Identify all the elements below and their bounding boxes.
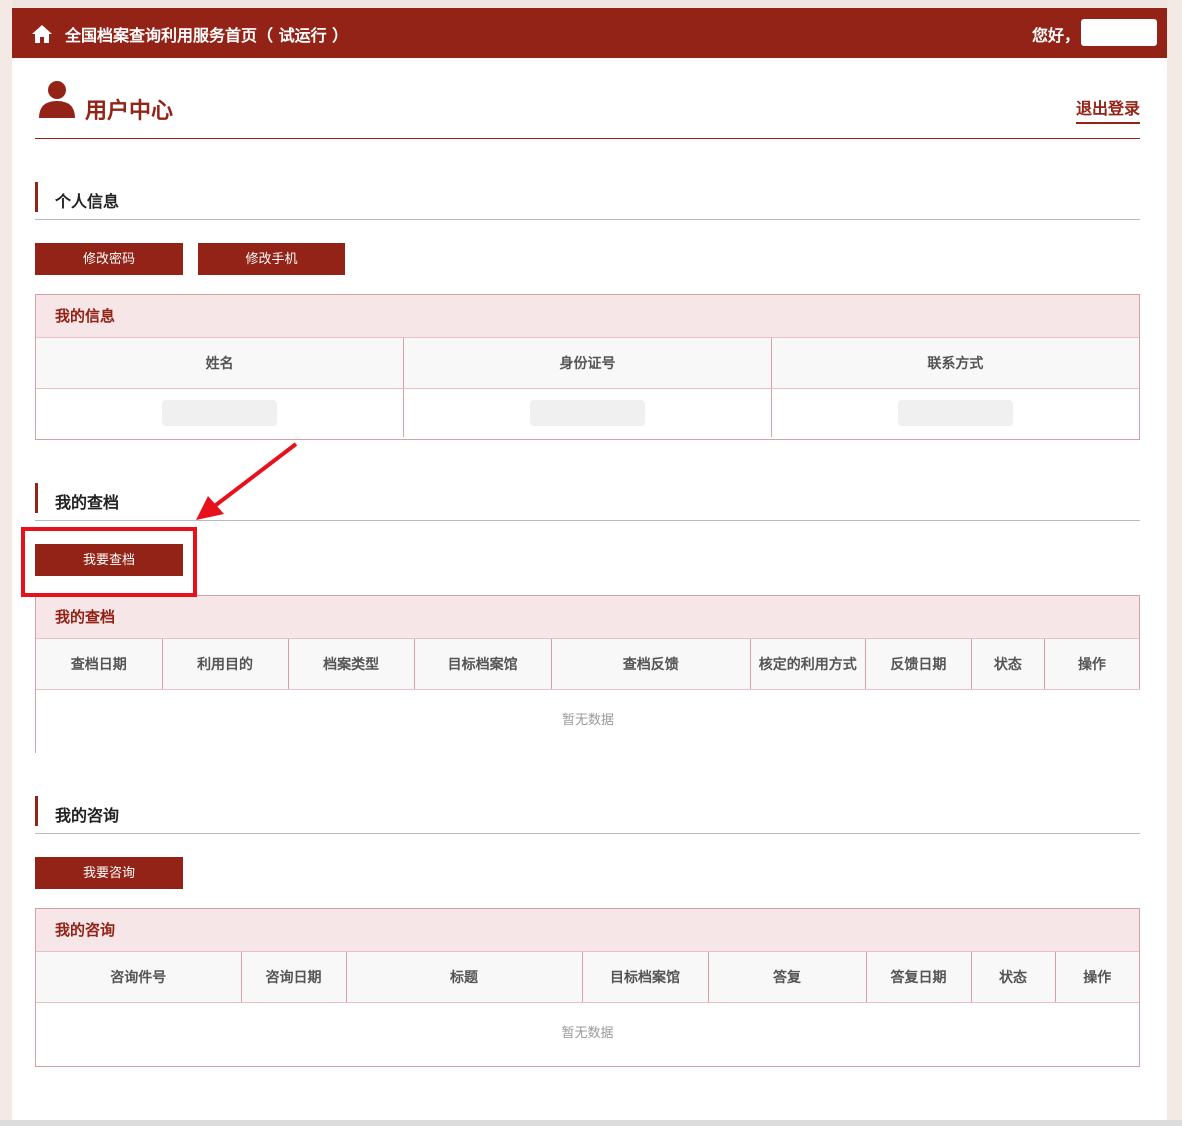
- column-header: 状态: [971, 639, 1045, 690]
- column-header: 目标档案馆: [582, 952, 709, 1003]
- section-personal-info: 个人信息: [35, 180, 1140, 220]
- user-icon: [39, 81, 75, 118]
- section-accent-bar: [35, 182, 38, 212]
- column-header: 状态: [971, 952, 1056, 1003]
- column-header: 核定的利用方式: [750, 639, 866, 690]
- column-header: 答复: [708, 952, 867, 1003]
- column-header: 答复日期: [866, 952, 972, 1003]
- main-panel: 全国档案查询利用服务首页（ 试运行 ） 您好， 用户中心 退出登录 个人信息 修…: [12, 8, 1167, 1120]
- request-consult-button[interactable]: 我要咨询: [35, 857, 183, 889]
- column-header: 姓名: [36, 338, 405, 389]
- greeting-text: 您好，: [1032, 26, 1081, 45]
- change-phone-button[interactable]: 修改手机: [198, 243, 345, 275]
- column-header: 利用目的: [162, 639, 289, 690]
- card-title: 我的查档: [36, 596, 1140, 639]
- my-consult-table: 咨询件号 咨询日期 标题 目标档案馆 答复 答复日期 状态 操作: [36, 952, 1139, 1003]
- id-number-value: [403, 388, 772, 437]
- my-consult-card: 我的咨询 咨询件号 咨询日期 标题 目标档案馆 答复 答复日期 状态 操作 暂无…: [35, 908, 1140, 1067]
- column-header: 查档反馈: [551, 639, 751, 690]
- redacted-value: [529, 399, 645, 426]
- section-title-label: 我的查档: [55, 493, 120, 512]
- card-title: 我的信息: [36, 295, 1139, 338]
- name-value: [36, 388, 405, 437]
- column-header: 标题: [346, 952, 583, 1003]
- column-header: 反馈日期: [865, 639, 972, 690]
- section-title-label: 个人信息: [55, 192, 120, 211]
- column-header: 操作: [1055, 952, 1139, 1003]
- background-right: [1167, 0, 1182, 1126]
- column-header: 操作: [1044, 639, 1140, 690]
- column-header: 查档日期: [36, 639, 163, 690]
- column-header: 档案类型: [288, 639, 415, 690]
- column-header: 咨询件号: [36, 952, 242, 1003]
- column-header: 咨询日期: [241, 952, 347, 1003]
- column-header: 身份证号: [403, 338, 772, 389]
- section-my-archive: 我的查档: [35, 481, 1140, 521]
- contact-value: [771, 388, 1139, 437]
- column-header: 联系方式: [771, 338, 1139, 389]
- change-password-button[interactable]: 修改密码: [35, 243, 183, 275]
- empty-data-message: 暂无数据: [561, 712, 614, 728]
- logout-link[interactable]: 退出登录: [1075, 95, 1140, 124]
- empty-data-message: 暂无数据: [561, 1025, 614, 1041]
- section-accent-bar: [35, 796, 38, 826]
- card-title: 我的咨询: [36, 909, 1139, 952]
- home-icon[interactable]: [31, 24, 53, 44]
- background-bottom: [0, 1120, 1182, 1126]
- site-home-link[interactable]: 全国档案查询利用服务首页（ 试运行 ）: [65, 22, 348, 46]
- my-info-table: 姓名 身份证号 联系方式: [36, 338, 1139, 437]
- username-redacted: [1081, 19, 1157, 46]
- table-row: [36, 388, 1139, 437]
- my-archive-card: 我的查档 查档日期 利用目的 档案类型 目标档案馆 查档反馈 核定的利用方式 反…: [35, 595, 1140, 753]
- column-header: 目标档案馆: [414, 639, 552, 690]
- user-center-header: 用户中心 退出登录: [35, 73, 1140, 139]
- my-archive-table: 查档日期 利用目的 档案类型 目标档案馆 查档反馈 核定的利用方式 反馈日期 状…: [36, 639, 1140, 690]
- background-left: [0, 0, 12, 1126]
- section-accent-bar: [35, 483, 38, 513]
- section-title-label: 我的咨询: [55, 806, 120, 825]
- redacted-value: [162, 399, 278, 426]
- request-archive-button[interactable]: 我要查档: [35, 544, 183, 576]
- top-bar: 全国档案查询利用服务首页（ 试运行 ） 您好，: [12, 8, 1167, 58]
- section-my-consult: 我的咨询: [35, 794, 1140, 834]
- page-title: 用户中心: [85, 99, 174, 124]
- redacted-value: [897, 399, 1013, 426]
- my-info-card: 我的信息 姓名 身份证号 联系方式: [35, 294, 1140, 440]
